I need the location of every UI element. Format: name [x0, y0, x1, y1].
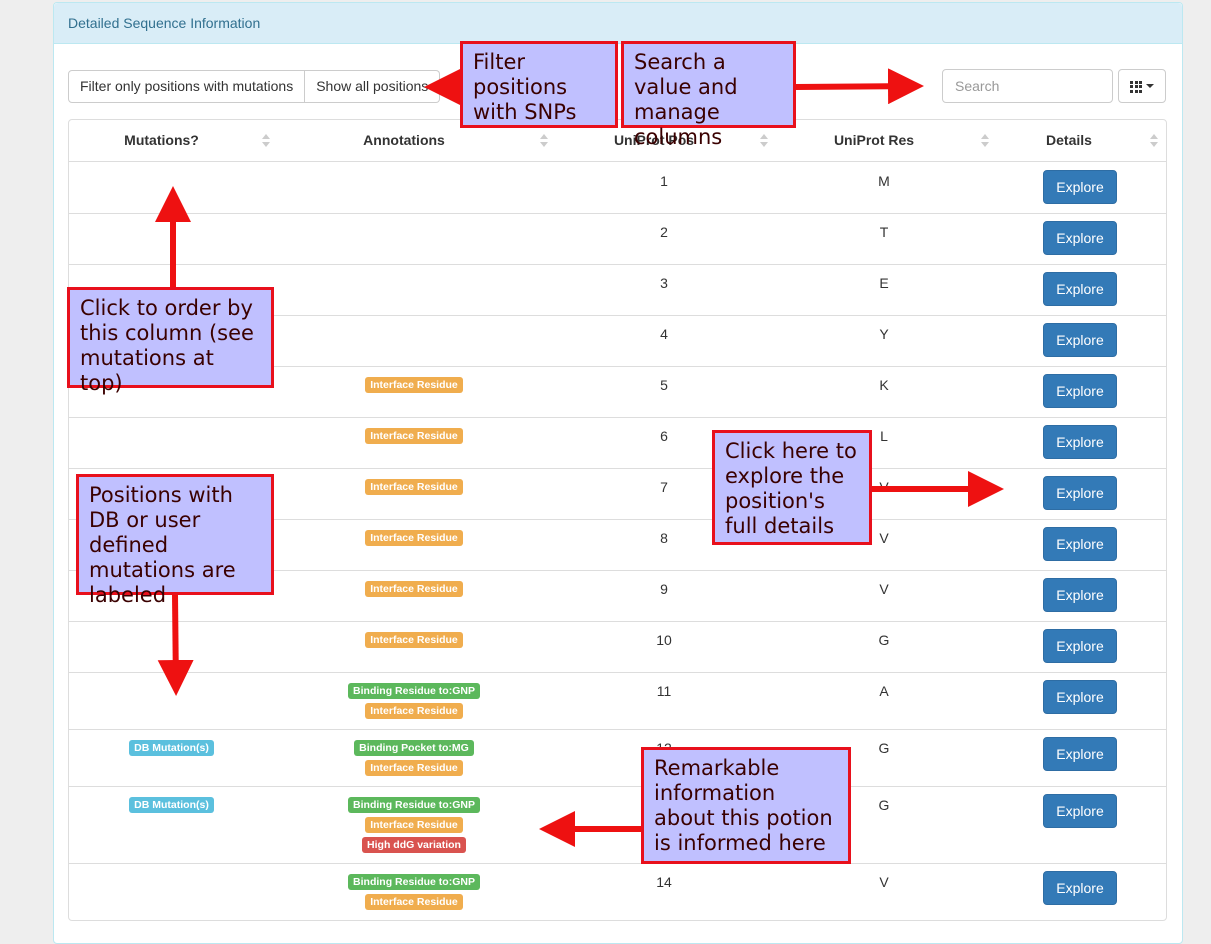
uniprot-res-cell: T: [879, 224, 889, 240]
uniprot-pos-cell: 10: [656, 632, 672, 648]
annotation-badge: Interface Residue: [365, 760, 463, 776]
annotation-badge: Interface Residue: [365, 894, 463, 910]
uniprot-pos-cell: 9: [660, 581, 668, 597]
sort-icon[interactable]: [540, 134, 548, 148]
sort-icon[interactable]: [1150, 134, 1158, 148]
annotations-cell: Interface Residue: [309, 428, 519, 444]
annotations-cell: Binding Residue to:GNP Interface Residue: [309, 874, 519, 910]
explore-button[interactable]: Explore: [1043, 578, 1117, 612]
table-row: Binding Residue to:GNP Interface Residue 1…: [69, 672, 1166, 730]
mutations-cell: DB Mutation(s): [69, 740, 274, 756]
uniprot-pos-cell: 5: [660, 377, 668, 393]
uniprot-pos-cell: 7: [660, 479, 668, 495]
annotations-cell: Interface Residue: [309, 530, 519, 546]
explore-button[interactable]: Explore: [1043, 737, 1117, 771]
explore-button[interactable]: Explore: [1043, 794, 1117, 828]
filter-button-group: Filter only positions with mutations Sho…: [68, 70, 441, 103]
uniprot-pos-cell: 14: [656, 874, 672, 890]
uniprot-res-cell: Y: [879, 326, 889, 342]
uniprot-res-cell: V: [879, 581, 889, 597]
annotations-cell: Interface Residue: [309, 632, 519, 648]
db-mutation-badge: DB Mutation(s): [129, 797, 214, 813]
explore-button[interactable]: Explore: [1043, 476, 1117, 510]
uniprot-res-cell: V: [879, 874, 889, 890]
explore-button[interactable]: Explore: [1043, 272, 1117, 306]
table-row: Interface Residue 10 G Explore: [69, 621, 1166, 673]
uniprot-pos-cell: 4: [660, 326, 668, 342]
db-mutation-badge: DB Mutation(s): [129, 740, 214, 756]
columns-toggle-button[interactable]: [1118, 69, 1166, 103]
annotation-badge: Interface Residue: [365, 703, 463, 719]
annotations-cell: Interface Residue: [309, 377, 519, 393]
annotation-badge: Binding Residue to:GNP: [348, 683, 480, 699]
annotations-cell: Binding Pocket to:MG Interface Residue: [309, 740, 519, 776]
explore-button[interactable]: Explore: [1043, 527, 1117, 561]
annotation-badge: Binding Residue to:GNP: [348, 874, 480, 890]
callout-search: Search a value and manage columns: [621, 41, 796, 149]
annotations-cell: Binding Residue to:GNP Interface Residue: [309, 683, 519, 719]
uniprot-pos-cell: 1: [660, 173, 668, 189]
table-row: Binding Residue to:GNP Interface Residue 1…: [69, 863, 1166, 920]
show-all-button[interactable]: Show all positions: [305, 70, 441, 103]
table-row: 1 M Explore: [69, 162, 1166, 214]
caret-down-icon: [1146, 84, 1154, 88]
header-mutations[interactable]: Mutations?: [69, 120, 254, 161]
grid-icon: [1130, 80, 1142, 93]
callout-positions: Positions with DB or user defined mutati…: [76, 474, 274, 607]
uniprot-pos-cell: 11: [656, 683, 672, 699]
annotation-badge: Interface Residue: [365, 581, 463, 597]
search-input[interactable]: [942, 69, 1113, 103]
filter-mutations-button[interactable]: Filter only positions with mutations: [68, 70, 306, 103]
table-row: Interface Residue 6 L Explore: [69, 417, 1166, 469]
header-uniprot-res[interactable]: UniProt Res: [784, 120, 964, 161]
explore-button[interactable]: Explore: [1043, 323, 1117, 357]
annotation-badge: Interface Residue: [365, 817, 463, 833]
explore-button[interactable]: Explore: [1043, 425, 1117, 459]
uniprot-res-cell: E: [879, 275, 889, 291]
annotation-badge: Interface Residue: [365, 479, 463, 495]
mutations-cell: DB Mutation(s): [69, 797, 274, 813]
annotation-badge: Binding Pocket to:MG: [354, 740, 474, 756]
table-row: DB Mutation(s) Binding Pocket to:MG Interf…: [69, 729, 1166, 787]
callout-order: Click to order by this column (see mutat…: [67, 287, 274, 395]
uniprot-pos-cell: 2: [660, 224, 668, 240]
uniprot-pos-cell: 6: [660, 428, 668, 444]
annotation-badge: Binding Residue to:GNP: [348, 797, 480, 813]
sort-icon[interactable]: [262, 134, 270, 148]
uniprot-res-cell: A: [879, 683, 889, 699]
explore-button[interactable]: Explore: [1043, 871, 1117, 905]
sort-icon[interactable]: [981, 134, 989, 148]
callout-explore: Click here to explore the position's ful…: [712, 430, 872, 545]
explore-button[interactable]: Explore: [1043, 374, 1117, 408]
uniprot-pos-cell: 8: [660, 530, 668, 546]
header-details[interactable]: Details: [1019, 120, 1119, 161]
annotation-badge: Interface Residue: [365, 428, 463, 444]
callout-remarkable: Remarkable information about this potion…: [641, 747, 851, 864]
uniprot-res-cell: M: [878, 173, 890, 189]
annotation-badge: Interface Residue: [365, 530, 463, 546]
uniprot-pos-cell: 3: [660, 275, 668, 291]
table-row: DB Mutation(s) Binding Residue to:GNP Inte…: [69, 786, 1166, 864]
annotation-badge: Interface Residue: [365, 632, 463, 648]
annotation-badge: Interface Residue: [365, 377, 463, 393]
annotation-badge: High ddG variation: [362, 837, 466, 853]
table-row: 2 T Explore: [69, 213, 1166, 265]
callout-filter: Filter positions with SNPs: [460, 41, 618, 128]
explore-button[interactable]: Explore: [1043, 221, 1117, 255]
explore-button[interactable]: Explore: [1043, 680, 1117, 714]
annotations-cell: Binding Residue to:GNP Interface Residue H…: [309, 797, 519, 853]
annotations-cell: Interface Residue: [309, 479, 519, 495]
panel-title: Detailed Sequence Information: [54, 3, 1182, 44]
explore-button[interactable]: Explore: [1043, 629, 1117, 663]
sort-icon[interactable]: [760, 134, 768, 148]
annotations-cell: Interface Residue: [309, 581, 519, 597]
uniprot-res-cell: G: [878, 632, 890, 648]
explore-button[interactable]: Explore: [1043, 170, 1117, 204]
uniprot-res-cell: K: [879, 377, 889, 393]
